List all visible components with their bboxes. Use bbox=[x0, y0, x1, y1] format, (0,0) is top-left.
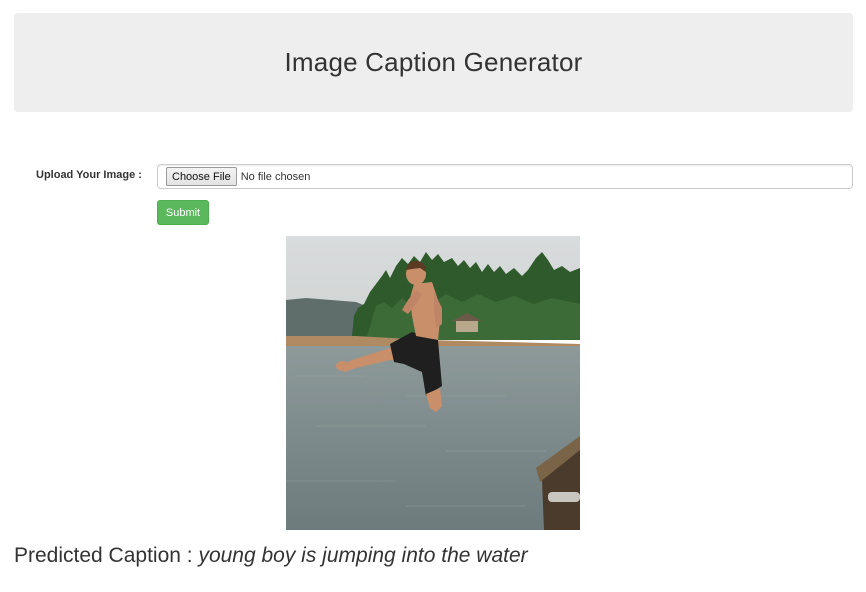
page: Image Caption Generator Upload Your Imag… bbox=[0, 0, 866, 592]
header-banner: Image Caption Generator bbox=[14, 13, 853, 112]
submit-button[interactable]: Submit bbox=[157, 200, 209, 225]
file-status-text: No file chosen bbox=[240, 170, 311, 183]
predicted-caption: Predicted Caption : young boy is jumping… bbox=[14, 544, 528, 568]
file-input[interactable]: Choose File No file chosen bbox=[157, 164, 853, 189]
caption-label: Predicted Caption : bbox=[14, 544, 199, 567]
uploaded-image-preview bbox=[286, 236, 580, 530]
page-title: Image Caption Generator bbox=[284, 47, 583, 77]
caption-value: young boy is jumping into the water bbox=[198, 544, 528, 567]
choose-file-button[interactable]: Choose File bbox=[166, 167, 237, 186]
upload-label: Upload Your Image : bbox=[36, 169, 142, 181]
